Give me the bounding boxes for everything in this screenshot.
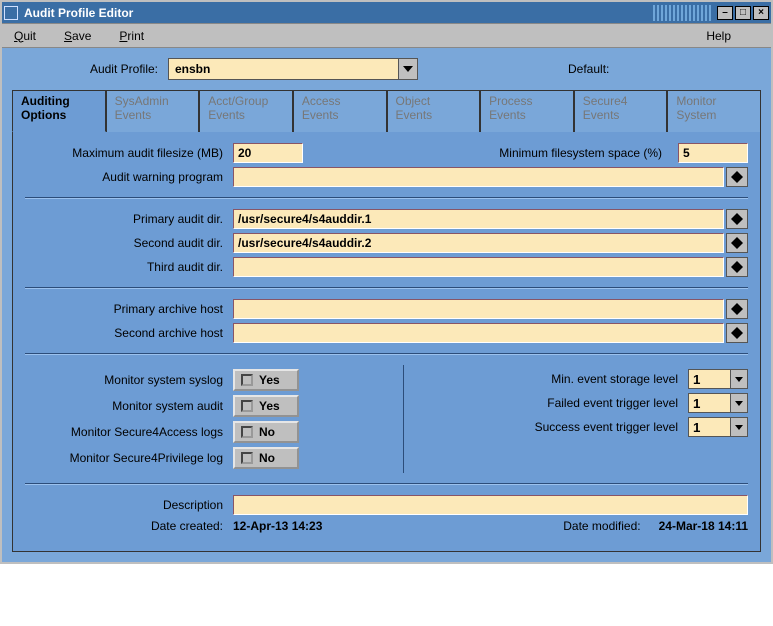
min-event-label: Min. event storage level <box>416 372 688 386</box>
minimize-button[interactable]: – <box>717 6 733 20</box>
warning-prog-input[interactable] <box>233 167 724 187</box>
menu-print[interactable]: Print <box>119 29 144 43</box>
mon-s4priv-toggle[interactable]: No <box>233 447 299 469</box>
date-created-label: Date created: <box>25 519 233 533</box>
mon-audit-toggle[interactable]: Yes <box>233 395 299 417</box>
second-dir-label: Second audit dir. <box>25 236 233 250</box>
separator <box>25 353 748 355</box>
succ-trig-spin[interactable] <box>688 417 748 437</box>
tab-auditing-options[interactable]: AuditingOptions <box>12 90 106 132</box>
chevron-down-icon <box>403 66 413 72</box>
checkbox-icon <box>241 400 253 412</box>
diamond-icon <box>731 303 743 315</box>
diamond-icon <box>731 171 743 183</box>
diamond-icon <box>731 237 743 249</box>
auditing-options-panel: Maximum audit filesize (MB) Minimum file… <box>12 131 761 552</box>
window: Audit Profile Editor – □ × Quit Save Pri… <box>0 0 773 564</box>
checkbox-icon <box>241 426 253 438</box>
desc-input[interactable] <box>233 495 748 515</box>
primary-dir-browse[interactable] <box>726 209 748 229</box>
min-event-dropdown[interactable] <box>730 369 748 389</box>
mon-syslog-toggle[interactable]: Yes <box>233 369 299 391</box>
primary-host-label: Primary archive host <box>25 302 233 316</box>
mon-audit-label: Monitor system audit <box>25 399 233 413</box>
diamond-icon <box>731 213 743 225</box>
mon-s4access-toggle[interactable]: No <box>233 421 299 443</box>
succ-trig-dropdown[interactable] <box>730 417 748 437</box>
tab-secure4-events[interactable]: Secure4Events <box>574 90 668 132</box>
max-filesize-input[interactable] <box>233 143 303 163</box>
titlebar[interactable]: Audit Profile Editor – □ × <box>2 2 771 24</box>
warning-prog-label: Audit warning program <box>25 170 233 184</box>
date-created-value: 12-Apr-13 14:23 <box>233 519 383 533</box>
checkbox-icon <box>241 374 253 386</box>
monitor-grid: Monitor system syslog Yes Monitor system… <box>25 365 748 473</box>
primary-host-input[interactable] <box>233 299 724 319</box>
audit-profile-combo[interactable] <box>168 58 418 80</box>
titlebar-grip <box>651 5 711 21</box>
mon-syslog-label: Monitor system syslog <box>25 373 233 387</box>
audit-profile-dropdown-button[interactable] <box>398 58 418 80</box>
chevron-down-icon <box>735 401 743 406</box>
tab-acctgroup-events[interactable]: Acct/GroupEvents <box>199 90 293 132</box>
menu-save[interactable]: Save <box>64 29 91 43</box>
tab-access-events[interactable]: AccessEvents <box>293 90 387 132</box>
fail-trig-dropdown[interactable] <box>730 393 748 413</box>
third-dir-browse[interactable] <box>726 257 748 277</box>
maximize-button[interactable]: □ <box>735 6 751 20</box>
tab-object-events[interactable]: ObjectEvents <box>387 90 481 132</box>
menu-help[interactable]: Help <box>706 29 731 43</box>
second-host-browse[interactable] <box>726 323 748 343</box>
date-modified-value: 24-Mar-18 14:11 <box>659 519 748 533</box>
diamond-icon <box>731 327 743 339</box>
third-dir-input[interactable] <box>233 257 724 277</box>
separator <box>25 287 748 289</box>
client-area: Audit Profile: Default: AuditingOptions … <box>2 48 771 562</box>
profile-row: Audit Profile: Default: <box>12 56 761 90</box>
fail-trig-spin[interactable] <box>688 393 748 413</box>
second-host-label: Second archive host <box>25 326 233 340</box>
date-modified-label: Date modified: <box>383 519 651 533</box>
diamond-icon <box>731 261 743 273</box>
audit-profile-label: Audit Profile: <box>28 62 168 76</box>
tab-process-events[interactable]: ProcessEvents <box>480 90 574 132</box>
tabs: AuditingOptions SysAdminEvents Acct/Grou… <box>12 90 761 132</box>
succ-trig-input[interactable] <box>688 417 730 437</box>
close-button[interactable]: × <box>753 6 769 20</box>
second-dir-input[interactable] <box>233 233 724 253</box>
second-host-input[interactable] <box>233 323 724 343</box>
second-dir-browse[interactable] <box>726 233 748 253</box>
min-event-input[interactable] <box>688 369 730 389</box>
app-icon <box>4 6 18 20</box>
succ-trig-label: Success event trigger level <box>416 420 688 434</box>
tab-sysadmin-events[interactable]: SysAdminEvents <box>106 90 200 132</box>
desc-label: Description <box>25 498 233 512</box>
mon-s4priv-label: Monitor Secure4Privilege log <box>25 451 233 465</box>
tab-monitor-system[interactable]: MonitorSystem <box>667 90 761 132</box>
menu-quit[interactable]: Quit <box>14 29 36 43</box>
primary-dir-input[interactable] <box>233 209 724 229</box>
window-title: Audit Profile Editor <box>24 6 651 20</box>
default-label: Default: <box>568 62 609 76</box>
min-event-spin[interactable] <box>688 369 748 389</box>
separator <box>25 197 748 199</box>
primary-host-browse[interactable] <box>726 299 748 319</box>
menubar: Quit Save Print Help <box>2 24 771 48</box>
third-dir-label: Third audit dir. <box>25 260 233 274</box>
fail-trig-label: Failed event trigger level <box>416 396 688 410</box>
mon-s4access-label: Monitor Secure4Access logs <box>25 425 233 439</box>
fail-trig-input[interactable] <box>688 393 730 413</box>
checkbox-icon <box>241 452 253 464</box>
warning-prog-browse[interactable] <box>726 167 748 187</box>
min-space-label: Minimum filesystem space (%) <box>303 146 672 160</box>
min-space-input[interactable] <box>678 143 748 163</box>
audit-profile-input[interactable] <box>168 58 398 80</box>
primary-dir-label: Primary audit dir. <box>25 212 233 226</box>
chevron-down-icon <box>735 425 743 430</box>
max-filesize-label: Maximum audit filesize (MB) <box>25 146 233 160</box>
chevron-down-icon <box>735 377 743 382</box>
separator <box>25 483 748 485</box>
